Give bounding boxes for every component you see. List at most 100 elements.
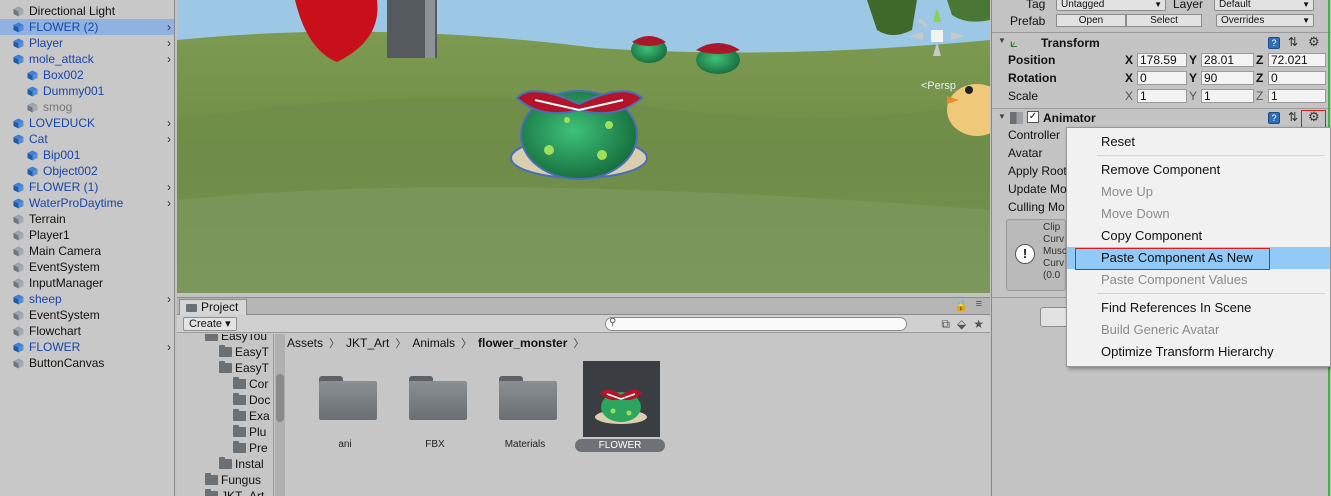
hierarchy-item[interactable]: LOVEDUCK › [0,115,174,131]
cube-blue-icon [13,134,24,145]
hierarchy-item[interactable]: EventSystem [0,307,174,323]
menu-item[interactable]: Find References In Scene [1067,297,1330,319]
hierarchy-item[interactable]: FLOWER (2) › [0,19,174,35]
overrides-dropdown[interactable]: Overrides ▼ [1216,14,1314,27]
hierarchy-item[interactable]: ButtonCanvas [0,355,174,371]
rotation-y-field[interactable]: 90 [1201,71,1254,85]
persp-label[interactable]: <Persp [921,80,956,92]
search-input[interactable]: ⚲ [605,317,907,331]
chevron-right-icon[interactable]: › [167,20,171,34]
hierarchy-item[interactable]: Main Camera [0,243,174,259]
scale-x-field[interactable]: 1 [1137,89,1187,103]
help-book-icon[interactable]: ? [1268,37,1280,49]
open-button[interactable]: Open [1056,14,1126,27]
project-tree-item[interactable]: JKT_Art [195,488,264,496]
project-tree: EasyTou EasyT EasyT Cor Doc Exa Plu Pre Instal Fu… [177,334,274,496]
hierarchy-item-label: Dummy001 [43,84,105,98]
preset-icon[interactable]: ⇅ [1288,35,1298,49]
hierarchy-item[interactable]: Cat › [0,131,174,147]
create-button[interactable]: Create ▾ [183,317,237,331]
rotation-x-field[interactable]: 0 [1137,71,1187,85]
chevron-right-icon[interactable]: › [167,340,171,354]
breadcrumb-item[interactable]: Assets [287,336,323,350]
chevron-right-icon[interactable]: › [167,292,171,306]
foldout-icon[interactable]: ▼ [998,36,1006,45]
hierarchy-item[interactable]: FLOWER › [0,339,174,355]
scale-y-field[interactable]: 1 [1201,89,1254,103]
hierarchy-item[interactable]: Object002 [0,163,174,179]
asset-prefab[interactable]: FLOWER [575,358,665,458]
menu-item[interactable]: Optimize Transform Hierarchy [1067,341,1330,363]
breadcrumb-item[interactable]: JKT_Art [346,336,389,350]
favorite-icon[interactable]: ★ [973,317,984,332]
enabled-checkbox[interactable]: ✓ [1027,111,1039,123]
hierarchy-item[interactable]: FLOWER (1) › [0,179,174,195]
hierarchy-item-label: Bip001 [43,148,81,162]
filter-label-icon[interactable]: ⬙ [957,317,966,332]
hierarchy-item[interactable]: Directional Light [0,3,174,19]
tree-scroll-thumb[interactable] [276,374,284,422]
project-tree-item[interactable]: EasyT [209,344,269,360]
animator-field-label: Controller [1008,128,1061,142]
hierarchy-item[interactable]: InputManager [0,275,174,291]
foldout-icon[interactable]: ▼ [998,112,1006,121]
project-tree-item[interactable]: Pre [223,440,268,456]
project-tree-item[interactable]: Instal [209,456,264,472]
project-tree-item[interactable]: EasyT [209,360,269,376]
breadcrumb-item[interactable]: Animals [412,336,455,350]
hierarchy-item[interactable]: mole_attack › [0,51,174,67]
tag-dropdown[interactable]: Untagged ▼ [1056,0,1166,11]
hierarchy-item[interactable]: Bip001 [0,147,174,163]
position-x-field[interactable]: 178.59 [1137,53,1187,67]
project-tree-item[interactable]: Exa [223,408,270,424]
position-z-field[interactable]: 72.021 [1268,53,1326,67]
hierarchy-item[interactable]: Terrain [0,211,174,227]
project-tree-item[interactable]: Fungus [195,472,261,488]
project-tree-item[interactable]: EasyTou [195,334,267,344]
chevron-right-icon[interactable]: › [167,36,171,50]
chevron-right-icon[interactable]: › [167,52,171,66]
project-tree-item[interactable]: Cor [223,376,268,392]
transform-header[interactable]: ▼ ⟀ Transform ? ⇅ ⚙ [992,34,1331,52]
asset-folder[interactable]: ani [305,358,385,458]
rotation-z-field[interactable]: 0 [1268,71,1326,85]
hierarchy-item[interactable]: Flowchart [0,323,174,339]
hierarchy-item[interactable]: Player › [0,35,174,51]
menu-item[interactable]: Copy Component [1067,225,1330,247]
chevron-right-icon[interactable]: › [167,116,171,130]
hierarchy-item[interactable]: EventSystem [0,259,174,275]
filter-type-icon[interactable]: ⧉ [941,317,950,332]
hierarchy-item[interactable]: WaterProDaytime › [0,195,174,211]
hierarchy-item-label: EventSystem [29,308,100,322]
project-tree-item[interactable]: Doc [223,392,270,408]
chevron-right-icon[interactable]: › [167,196,171,210]
hierarchy-item[interactable]: Box002 [0,67,174,83]
project-tree-item[interactable]: Plu [223,424,266,440]
gear-icon[interactable]: ⚙ [1308,34,1320,50]
position-y-field[interactable]: 28.01 [1201,53,1254,67]
scale-z-field[interactable]: 1 [1268,89,1326,103]
hierarchy-item[interactable]: smog [0,99,174,115]
menu-item[interactable]: Reset [1067,131,1330,153]
scene-view[interactable]: <Persp [177,0,990,293]
tab-project[interactable]: Project [179,299,248,315]
animator-header[interactable]: ▼ ✓ Animator ? ⇅ ⚙ [992,109,1331,127]
preset-icon[interactable]: ⇅ [1288,110,1298,124]
asset-folder[interactable]: Materials [485,358,565,458]
hierarchy-item[interactable]: sheep › [0,291,174,307]
hierarchy-item[interactable]: Player1 [0,227,174,243]
hierarchy-item-label: Object002 [43,164,98,178]
select-button[interactable]: Select [1126,14,1202,27]
chevron-right-icon[interactable]: › [167,180,171,194]
menu-item[interactable]: Remove Component [1067,159,1330,181]
help-book-icon[interactable]: ? [1268,112,1280,124]
tree-scrollbar[interactable] [275,334,285,496]
panel-menu-icon[interactable]: ≡ [976,298,982,310]
hierarchy-item[interactable]: Dummy001 [0,83,174,99]
lock-icon[interactable]: 🔒 [954,299,968,312]
layer-dropdown[interactable]: Default ▼ [1214,0,1314,11]
asset-folder[interactable]: FBX [395,358,475,458]
cube-blue-icon [13,294,24,305]
breadcrumb-current[interactable]: flower_monster [478,336,567,350]
chevron-right-icon[interactable]: › [167,132,171,146]
